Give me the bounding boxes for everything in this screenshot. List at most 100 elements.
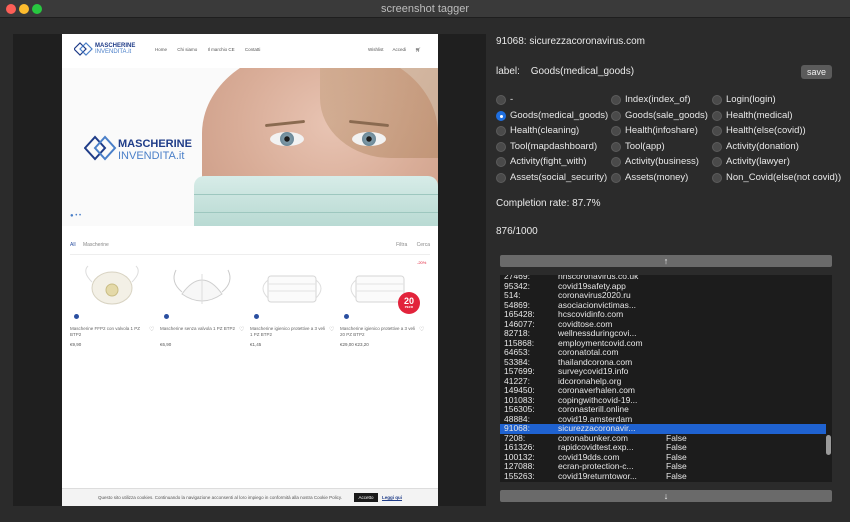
list-item[interactable]: 41227: idcoronahelp.org [500,375,826,387]
progress-counter: 876/1000 [496,226,538,237]
domain-list[interactable]: 155263: covid19returntowor... False 127088:… [500,275,832,482]
list-scrollbar[interactable] [826,435,831,455]
list-item[interactable]: 157699: surveycovid19.info [500,366,826,377]
filter-button: Filtra [396,242,408,248]
list-item-domain: thailandcorona.com [558,356,633,367]
label-option-text: Activity(business) [625,156,699,167]
slider-dots: ● • • [70,213,82,219]
list-item[interactable]: 53384: thailandcorona.com [500,356,826,368]
list-item[interactable]: 54869: asociacionvictimas... [500,299,826,311]
quantity-badge: 20 PEZZI [398,292,420,314]
label-option-text: Health(else(covid)) [726,125,806,136]
label-option-text: Assets(money) [625,171,689,183]
product-price: €29,00 €23,20 [340,342,369,347]
radio-unchecked-icon [712,126,722,136]
radio-unchecked-icon [712,141,722,152]
list-item[interactable]: 101083: copingwithcovid-19... [500,394,826,406]
completion-rate: Completion rate: 87.7% [496,198,601,209]
list-item-domain: covid19returntowor... [558,470,637,481]
cookie-banner: Questo sito utilizza cookies. Continuand… [62,488,438,506]
scroll-up-button[interactable]: ↑ [500,255,832,267]
cookie-text: Questo sito utilizza cookies. Continuand… [98,495,343,500]
label-option-text: Tool(app) [625,140,665,152]
label-option-text: Non_Covid(else(not covid)) [726,171,842,183]
radio-unchecked-icon [611,95,621,105]
list-item-domain: hcscovidinfo.com [558,309,624,319]
list-item[interactable]: 146077: covidtose.com [500,318,826,330]
product-filter-bar: All Mascherine Filtra Cerca [70,242,430,252]
list-item[interactable]: 514: coronavirus2020.ru [500,290,826,301]
label-option-text: Goods(sale_goods) [625,109,708,121]
list-item-id: 146077: [504,318,535,329]
radio-unchecked-icon [496,157,506,167]
mask-image [194,176,438,226]
list-item-id: 54869: [504,299,530,310]
list-item[interactable]: 27469: nhscoronavirus.co.uk [500,275,826,282]
cookie-policy-link: Leggi qui [382,495,402,500]
ffp2-valve-mask-image [85,265,139,305]
radio-unchecked-icon [496,126,506,136]
list-item-id: 82718: [504,328,530,338]
wishlist-heart-icon: ♡ [419,327,425,333]
search-link: Cerca [416,242,430,248]
list-item-domain: covidtose.com [558,318,613,329]
list-item-domain: coronaverhalen.com [558,385,636,395]
list-item-flag: False [666,470,687,481]
list-item-id: 161326: [504,442,535,452]
list-item-id: 155263: [504,470,535,481]
diamond-logo-icon [74,42,93,56]
list-item-domain: wellnessduringcovi... [558,328,637,338]
cookie-accept-button: Accetto [354,493,378,502]
list-item[interactable]: 165428: hcscovidinfo.com [500,309,826,320]
list-item[interactable]: 7208: coronabunker.com False [500,433,826,444]
nav-link: Home [155,47,168,52]
scroll-down-button[interactable]: ↓ [500,490,832,502]
list-item[interactable]: 82718: wellnessduringcovi... [500,328,826,339]
product-card: -20% 20 PEZZI ♡ Mascherine igienico prot… [340,260,426,354]
list-item-domain: copingwithcovid-19... [558,394,638,405]
site-nav: MASCHERINE INVENDITA.it Home Chi siamo I… [62,34,438,66]
label-caption: label: [496,66,520,77]
list-item[interactable]: 48884: covid19.amsterdam [500,413,826,425]
arrow-up-icon: ↑ [663,256,669,266]
radio-unchecked-icon [611,172,621,183]
list-item[interactable]: 91068: sicurezzacoronavir... [500,423,826,434]
list-item-id: 127088: [504,461,535,471]
list-item[interactable]: 95342: covid19safety.app [500,281,826,292]
product-name: Mascherine igienico protettive a 3 veli … [340,326,416,337]
save-button[interactable]: save [801,65,832,79]
label-option-text: Login(login) [726,94,776,105]
list-item-domain: employmentcovid.com [558,337,643,348]
label-option-text: Health(medical) [726,109,793,121]
radio-unchecked-icon [712,110,722,121]
diamond-logo-icon [84,135,117,161]
label-option-text: Assets(social_security) [510,171,608,183]
list-item-id: 48884: [504,413,530,424]
label-option-text: Health(cleaning) [510,125,580,136]
list-item-domain: sicurezzacoronavir... [558,423,636,433]
list-item[interactable]: 161326: rapidcovidtest.exp... False [500,442,826,453]
nav-link: Wishlist [368,47,384,52]
radio-unchecked-icon [611,157,621,167]
list-item-domain: rapidcovidtest.exp... [558,442,634,452]
list-item-domain: ecran-protection-c... [558,461,634,471]
list-item-domain: idcoronahelp.org [558,375,622,386]
product-price: €9,90 [70,342,82,347]
list-item[interactable]: 127088: ecran-protection-c... False [500,461,826,472]
label-option-text: Activity(fight_with) [510,156,587,167]
list-item-id: 64653: [504,347,530,357]
nav-link: Accedi [392,47,407,52]
list-item[interactable]: 115868: employmentcovid.com [500,337,826,349]
nav-link: Chi siamo [177,47,198,52]
product-card: ♡ Mascherine senza valvola 1 PZ BTP2 €6,… [160,264,246,354]
nav-link: Contatti [244,47,261,52]
product-name: Mascherine FFP2 con valvola 1 PZ BTP2 [70,326,141,337]
list-item[interactable]: 100132: covid19dds.com False [500,452,826,463]
list-item-domain: coronasterill.online [558,404,629,414]
radio-unchecked-icon [496,95,506,105]
label-option-text: Activity(lawyer) [726,156,790,167]
list-item[interactable]: 155263: covid19returntowor... False [500,470,826,482]
list-item[interactable]: 149450: coronaverhalen.com [500,385,826,396]
list-item[interactable]: 64653: coronatotal.com [500,347,826,358]
list-item[interactable]: 156305: coronasterill.online [500,404,826,415]
